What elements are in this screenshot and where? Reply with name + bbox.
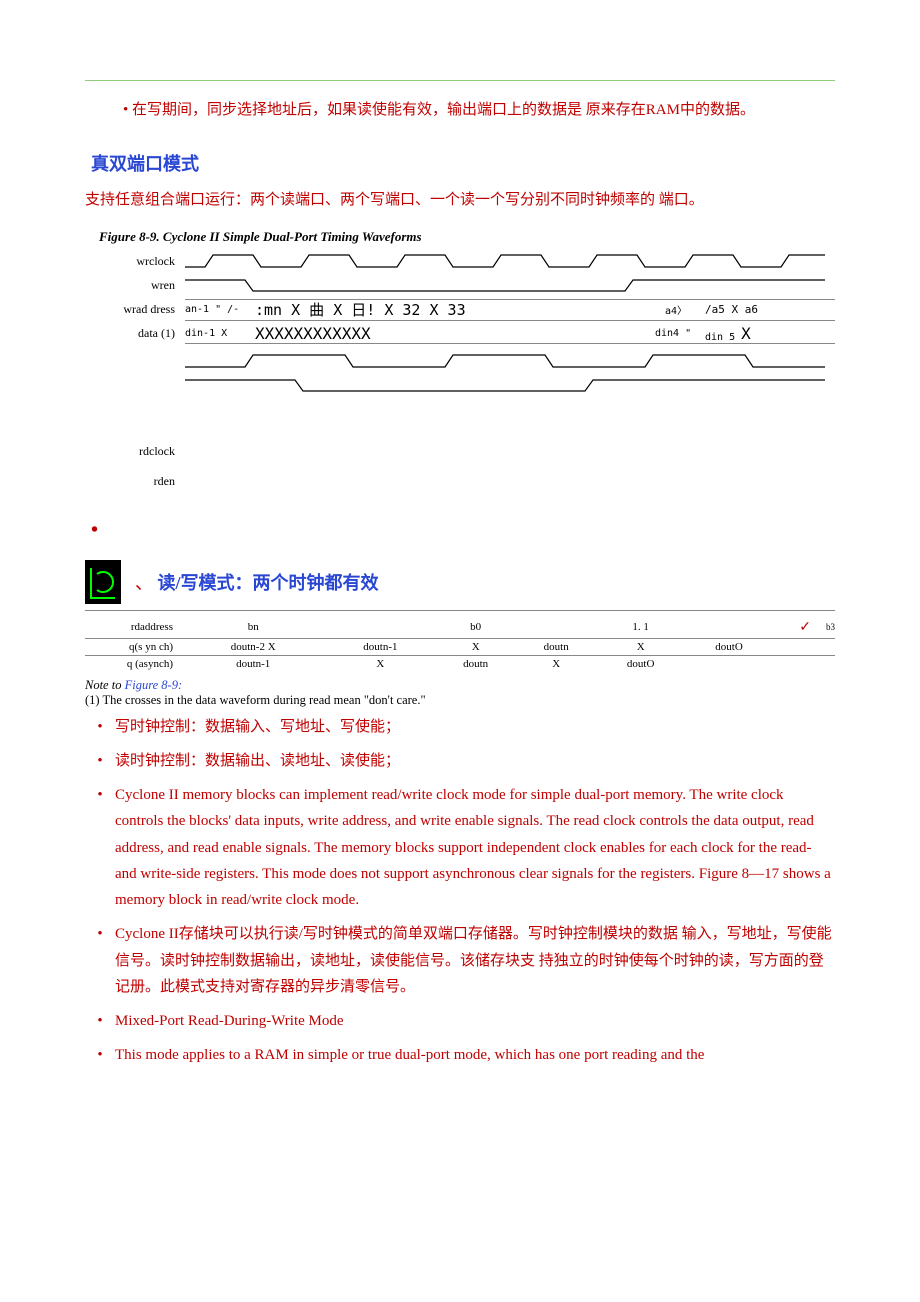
addr-right2: /a5 X a6	[705, 303, 758, 316]
table-row: rdaddress bn b0 1. 1 ✓ b3	[85, 617, 835, 639]
table-row: q(s yn ch) doutn-2 X doutn-1 X doutn X d…	[85, 638, 835, 655]
rw-label-qasynch: q (asynch)	[85, 655, 181, 672]
note-figure-link: Figure 8-9:	[125, 678, 183, 692]
data-right2: din 5	[705, 332, 735, 343]
wren-wave	[185, 276, 825, 294]
list-item: •读时钟控制：数据输出、读地址、读使能；	[85, 748, 835, 774]
table-row: q (asynch) doutn-1 X doutn X doutO	[85, 655, 835, 672]
lone-bullet: •	[91, 519, 835, 542]
addr-mid: :mn X 曲 X 日! X 32 X 33	[255, 299, 555, 320]
list-item: •This mode applies to a RAM in simple or…	[85, 1042, 835, 1068]
heading2-prefix: 、	[135, 573, 153, 593]
data-right1: din4 "	[655, 328, 705, 339]
wf-label-wrclock: wrclock	[85, 254, 185, 269]
document-page: • 在写期间，同步选择地址后，如果读使能有效，输出端口上的数据是 原来存在RAM…	[0, 0, 920, 1302]
bullet-list: •写时钟控制：数据输入、写地址、写使能； •读时钟控制：数据输出、读地址、读使能…	[85, 714, 835, 1069]
data-mid: XXXXXXXXXXXX	[255, 324, 575, 343]
rw-timing-table: rdaddress bn b0 1. 1 ✓ b3 q(s yn ch) dou…	[85, 610, 835, 672]
tick-icon: ✓	[799, 620, 811, 635]
extra-wave-2	[185, 376, 825, 394]
figure-caption: Figure 8-9. Cyclone II Simple Dual-Port …	[99, 229, 835, 245]
list-item: •Cyclone II存储块可以执行读/写时钟模式的简单双端口存储器。写时钟控制…	[85, 921, 835, 1000]
rw-label-qsynch: q(s yn ch)	[85, 638, 181, 655]
wf-label-rdclock: rdclock	[85, 444, 185, 459]
heading-true-dual-port: 真双端口模式	[91, 150, 835, 176]
note-body: (1) The crosses in the data waveform dur…	[85, 693, 426, 707]
list-item: •写时钟控制：数据输入、写地址、写使能；	[85, 714, 835, 740]
wrclock-wave	[185, 252, 825, 270]
extra-wave-1	[185, 352, 825, 370]
rw-mode-heading-block: 、 读/写模式：两个时钟都有效	[85, 560, 835, 604]
top-divider	[85, 80, 835, 81]
list-item: •Mixed-Port Read-During-Write Mode	[85, 1008, 835, 1034]
section-icon	[85, 560, 121, 604]
heading-rw-mode: 读/写模式：两个时钟都有效	[158, 573, 379, 593]
addr-right1: a4〉	[665, 302, 705, 317]
wf-label-data: data (1)	[85, 326, 185, 341]
wf-label-wren: wren	[85, 278, 185, 293]
data-left: din-1 X	[185, 328, 255, 339]
addr-left: an-1 " /-	[185, 304, 255, 315]
rw-label-rdaddress: rdaddress	[85, 617, 181, 639]
list-item: •Cyclone II memory blocks can implement …	[85, 782, 835, 913]
top-bullet: • 在写期间，同步选择地址后，如果读使能有效，输出端口上的数据是 原来存在RAM…	[85, 97, 835, 124]
figure-note: Note to Figure 8-9: (1) The crosses in t…	[85, 678, 835, 708]
top-bullet-text: 在写期间，同步选择地址后，如果读使能有效，输出端口上的数据是 原来存在RAM中的…	[132, 102, 755, 118]
wf-label-wraddress: wrad dress	[85, 302, 185, 317]
waveform-diagram: wrclock wren wrad dress an-1 " /- :mn X …	[85, 251, 835, 493]
heading1-desc: 支持任意组合端口运行：两个读端口、两个写端口、一个读一个写分别不同时钟频率的 端…	[85, 186, 835, 215]
wf-label-rden: rden	[85, 474, 185, 489]
